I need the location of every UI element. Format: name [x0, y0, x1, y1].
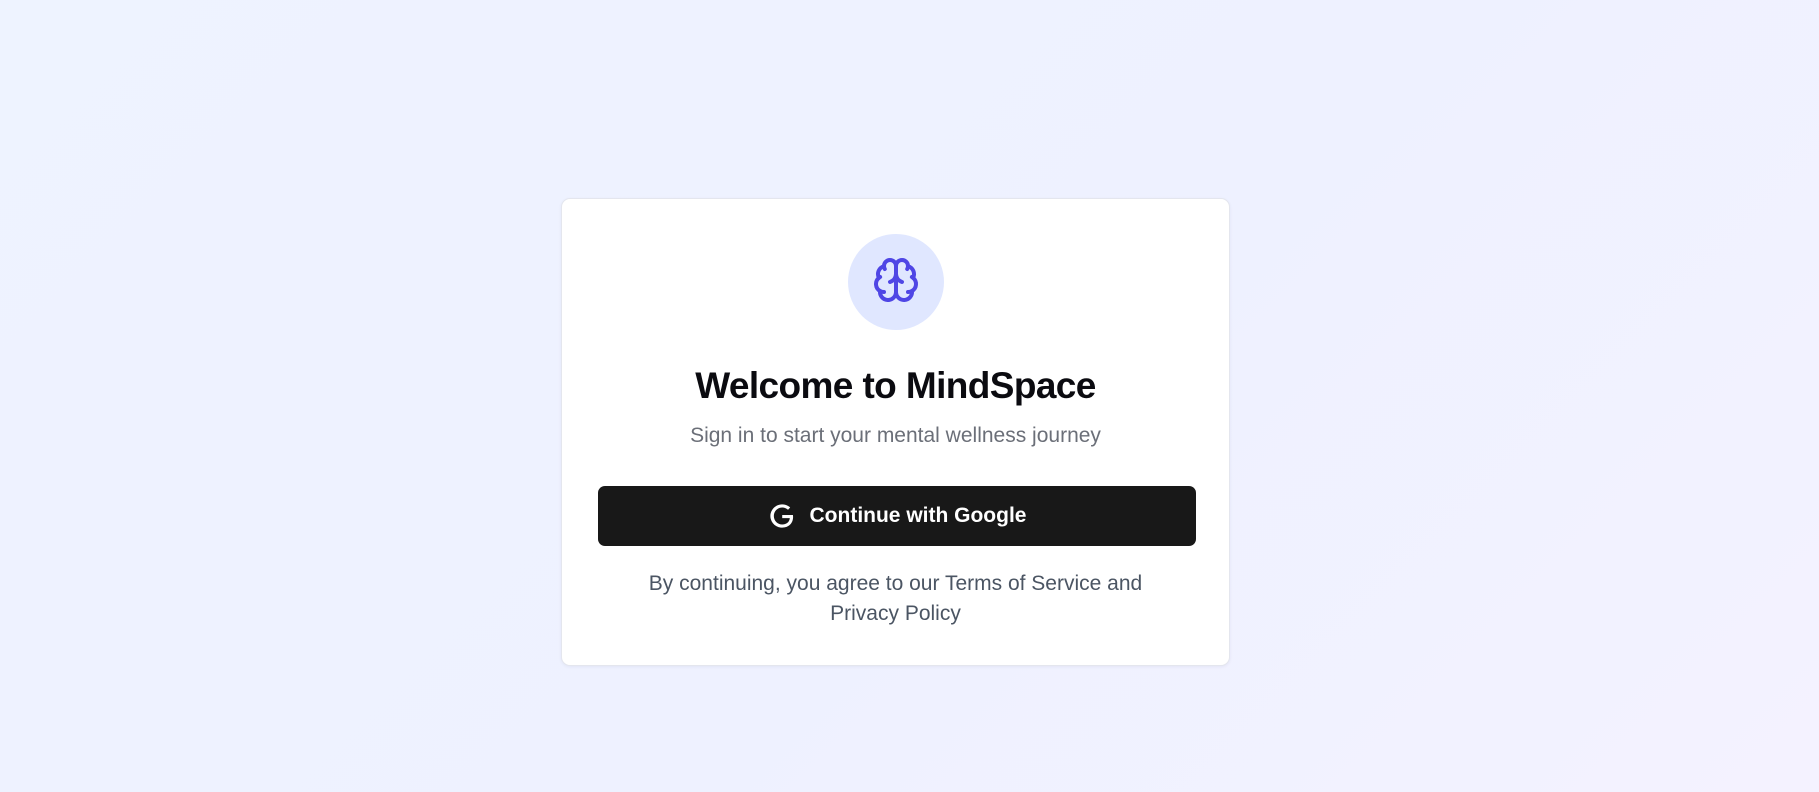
- terms-prefix: By continuing, you agree to our: [648, 572, 940, 595]
- page-title: Welcome to MindSpace: [695, 365, 1096, 406]
- google-g-icon: [768, 502, 796, 530]
- terms-connector: and: [1107, 572, 1143, 595]
- logo-badge: [848, 234, 944, 330]
- page-subtitle: Sign in to start your mental wellness jo…: [690, 424, 1101, 447]
- continue-with-google-button[interactable]: Continue with Google: [598, 486, 1196, 546]
- privacy-policy-link[interactable]: Privacy Policy: [830, 602, 961, 625]
- continue-with-google-label: Continue with Google: [809, 504, 1027, 527]
- terms-of-service-link[interactable]: Terms of Service: [945, 572, 1101, 595]
- brain-icon: [872, 256, 920, 309]
- login-card: Welcome to MindSpace Sign in to start yo…: [561, 198, 1230, 666]
- terms-notice: By continuing, you agree to our Terms of…: [622, 569, 1169, 629]
